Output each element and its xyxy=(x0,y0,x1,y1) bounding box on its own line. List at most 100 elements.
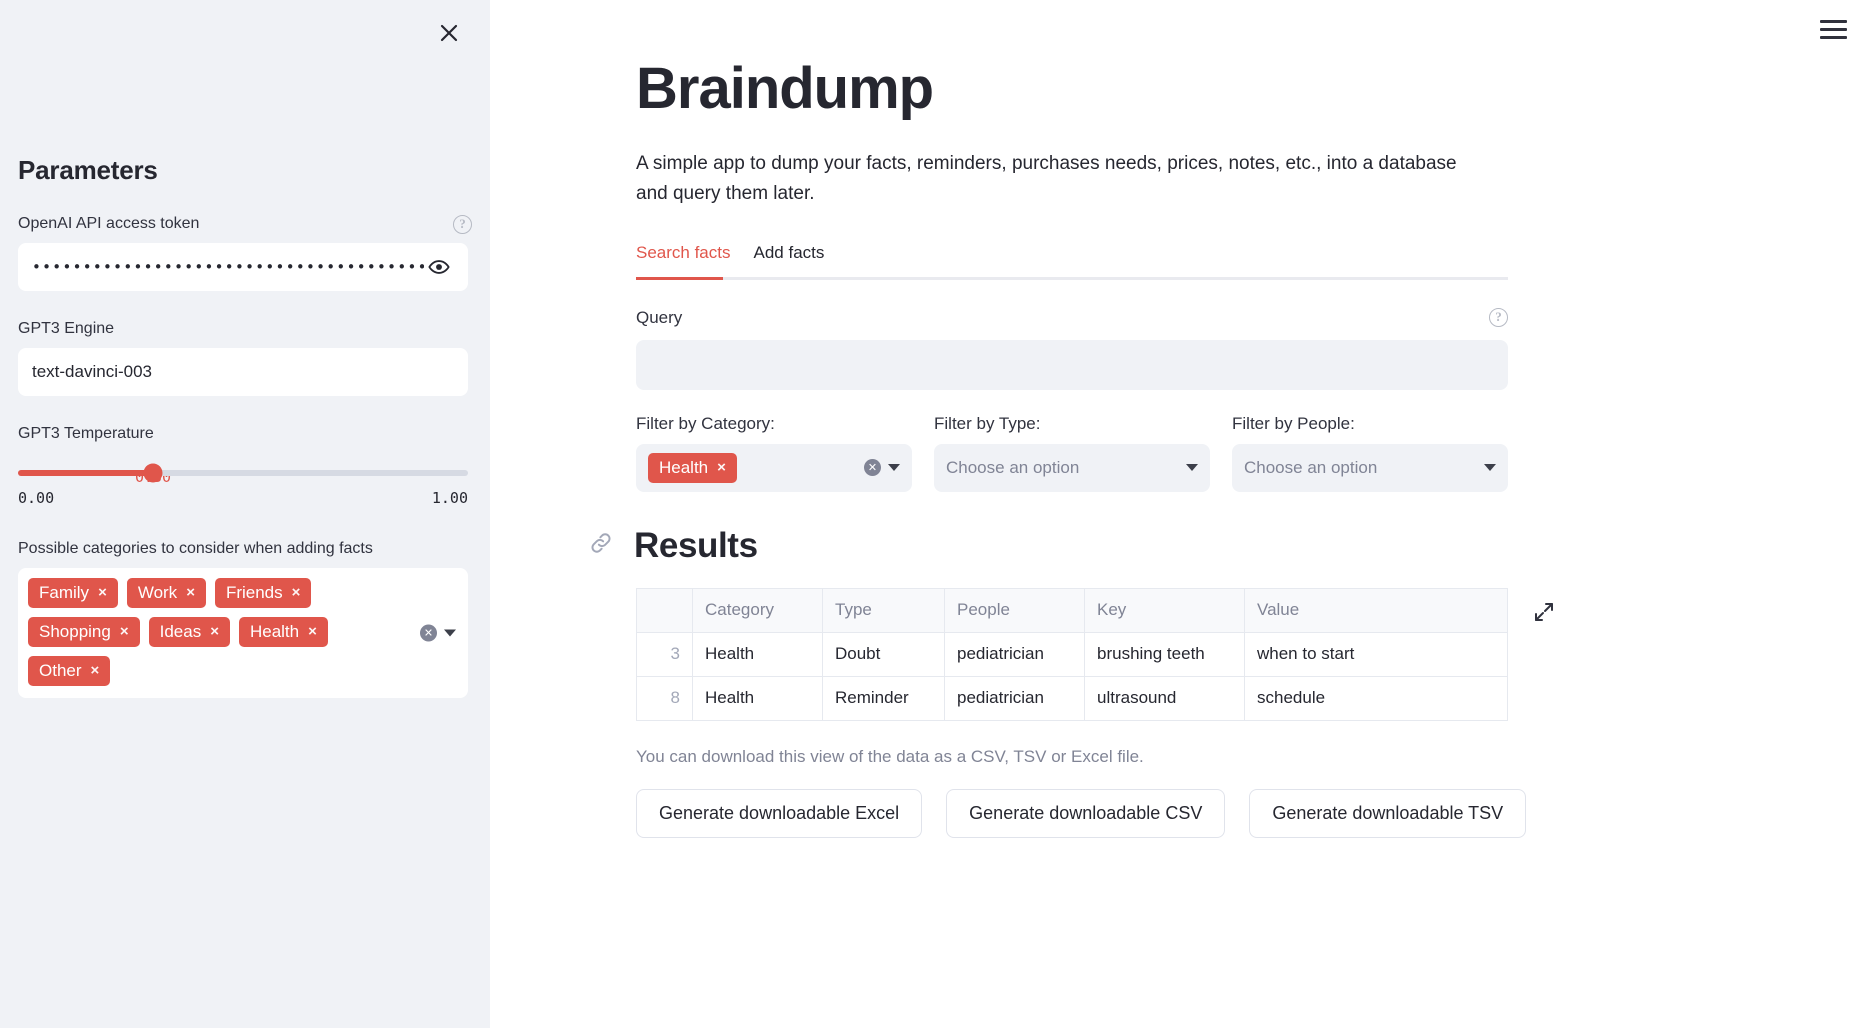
tag-label: Health xyxy=(249,622,300,642)
filter-people-select[interactable]: Choose an option xyxy=(1232,443,1508,492)
categories-label-row: Possible categories to consider when add… xyxy=(18,539,472,560)
chevron-down-icon[interactable] xyxy=(1484,464,1496,472)
categories-multiselect[interactable]: Family × Work × Friends × Shopping × Ideas × Healt… xyxy=(18,568,468,699)
filters-row: Filter by Category: Health × ✕ Filter by xyxy=(636,414,1508,492)
tag-remove-icon[interactable]: × xyxy=(98,585,107,600)
hamburger-bar xyxy=(1820,27,1847,31)
table-row: 8 Health Reminder pediatrician ultrasound sch… xyxy=(636,675,1508,721)
generate-csv-button[interactable]: Generate downloadable CSV xyxy=(946,788,1226,838)
tag-remove-icon[interactable]: × xyxy=(210,624,219,639)
hamburger-bar xyxy=(1820,19,1847,23)
tag-remove-icon[interactable]: × xyxy=(120,624,129,639)
tab-add-facts[interactable]: Add facts xyxy=(754,243,825,277)
tag-label: Family xyxy=(39,583,90,603)
clear-all-icon[interactable]: ✕ xyxy=(864,459,881,477)
tabs-row: Search facts Add facts xyxy=(636,243,1508,277)
tag-label: Friends xyxy=(225,583,283,603)
generate-excel-button[interactable]: Generate downloadable Excel xyxy=(636,788,923,838)
tabs-underline xyxy=(636,276,1508,280)
tag-label: Shopping xyxy=(39,622,111,642)
tag-remove-icon[interactable]: × xyxy=(91,663,100,678)
tag-remove-icon[interactable]: × xyxy=(292,585,301,600)
tag-remove-icon[interactable]: × xyxy=(717,460,726,475)
category-tag-ideas[interactable]: Ideas × xyxy=(148,617,230,648)
cell-value: schedule xyxy=(1244,675,1508,721)
parameters-title: Parameters xyxy=(18,155,158,185)
parameters-sidebar: Parameters OpenAI API access token ? •••… xyxy=(0,0,490,1028)
chevron-down-icon[interactable] xyxy=(444,629,456,637)
chevron-down-icon[interactable] xyxy=(888,464,900,472)
tag-label: Work xyxy=(137,583,178,603)
results-table-body: 3 Health Doubt pediatrician brushing teeth wh… xyxy=(636,631,1508,721)
filter-type-label: Filter by Type: xyxy=(934,413,1041,433)
query-label: Query xyxy=(636,307,683,327)
filter-people-label: Filter by People: xyxy=(1232,413,1355,433)
query-label-row: Query ? xyxy=(636,308,1508,328)
results-table-wrap: Category Type People Key Value 3 Health Do… xyxy=(636,587,1553,721)
engine-label-row: GPT3 Engine xyxy=(18,319,472,340)
eye-icon[interactable] xyxy=(424,252,454,282)
filter-type: Filter by Type: Choose an option xyxy=(934,414,1210,492)
filter-category-actions: ✕ xyxy=(864,459,900,477)
category-tag-other[interactable]: Other × xyxy=(28,656,111,687)
cell-type: Reminder xyxy=(822,675,945,721)
tag-remove-icon[interactable]: × xyxy=(308,624,317,639)
close-icon[interactable] xyxy=(430,14,468,52)
filter-category: Filter by Category: Health × ✕ xyxy=(636,414,912,492)
page-title: Braindump xyxy=(636,56,934,121)
categories-label: Possible categories to consider when add… xyxy=(18,540,373,558)
clear-all-icon[interactable]: ✕ xyxy=(420,624,437,642)
download-buttons: Generate downloadable Excel Generate dow… xyxy=(636,788,1540,838)
tab-active-indicator xyxy=(636,276,723,280)
results-table-head: Category Type People Key Value xyxy=(636,587,1508,633)
category-tag-friends[interactable]: Friends × xyxy=(214,578,312,609)
api-token-masked-value: ••••••••••••••••••••••••••••••••••••••••… xyxy=(32,257,424,276)
expand-fullscreen-icon[interactable] xyxy=(1532,600,1556,629)
category-tag-work[interactable]: Work × xyxy=(126,578,206,609)
cell-people: pediatrician xyxy=(944,675,1085,721)
page-content: Braindump A simple app to dump your fact… xyxy=(490,0,1553,838)
category-tag-shopping[interactable]: Shopping × xyxy=(28,617,140,648)
slider-thumb[interactable] xyxy=(143,463,163,483)
temperature-label-row: GPT3 Temperature xyxy=(18,424,472,445)
filter-type-select[interactable]: Choose an option xyxy=(934,443,1210,492)
filter-people: Filter by People: Choose an option xyxy=(1232,414,1508,492)
tag-label: Other xyxy=(39,661,82,681)
slider-fill xyxy=(18,470,153,477)
help-circle-icon[interactable]: ? xyxy=(1489,308,1508,328)
help-circle-icon[interactable]: ? xyxy=(453,214,472,234)
col-key: Key xyxy=(1084,587,1245,633)
filter-type-placeholder: Choose an option xyxy=(946,457,1080,477)
hamburger-menu-icon[interactable] xyxy=(1820,16,1854,42)
filter-category-select[interactable]: Health × ✕ xyxy=(636,443,912,492)
filter-type-actions xyxy=(1186,464,1198,472)
results-title: Results xyxy=(634,525,758,565)
cell-category: Health xyxy=(692,631,823,677)
engine-field[interactable]: text-davinci-003 xyxy=(18,347,468,396)
col-category: Category xyxy=(692,587,823,633)
api-token-field[interactable]: ••••••••••••••••••••••••••••••••••••••••… xyxy=(18,242,468,291)
temperature-label: GPT3 Temperature xyxy=(18,424,154,442)
cell-index: 3 xyxy=(636,631,693,677)
filter-category-tag-health[interactable]: Health × xyxy=(648,452,737,483)
tag-label: Health xyxy=(659,457,709,477)
api-token-label: OpenAI API access token xyxy=(18,215,200,232)
results-header: Results xyxy=(588,526,1492,566)
category-tag-health[interactable]: Health × xyxy=(238,617,328,648)
temperature-slider[interactable]: 0.30 0.00 1.00 xyxy=(18,463,468,508)
col-people: People xyxy=(944,587,1085,633)
tabs: Search facts Add facts xyxy=(636,243,1508,280)
cell-index: 8 xyxy=(636,675,693,721)
slider-max-label: 1.00 xyxy=(431,489,468,508)
tag-remove-icon[interactable]: × xyxy=(186,585,195,600)
chevron-down-icon[interactable] xyxy=(1186,464,1198,472)
api-token-label-row: OpenAI API access token ? xyxy=(18,214,472,235)
link-icon[interactable] xyxy=(588,530,614,561)
tab-search-facts[interactable]: Search facts xyxy=(636,243,731,277)
cell-key: ultrasound xyxy=(1084,675,1245,721)
cell-people: pediatrician xyxy=(944,631,1085,677)
generate-tsv-button[interactable]: Generate downloadable TSV xyxy=(1249,788,1527,838)
slider-track[interactable] xyxy=(18,463,468,483)
category-tag-family[interactable]: Family × xyxy=(28,578,118,609)
query-input[interactable] xyxy=(636,339,1508,390)
